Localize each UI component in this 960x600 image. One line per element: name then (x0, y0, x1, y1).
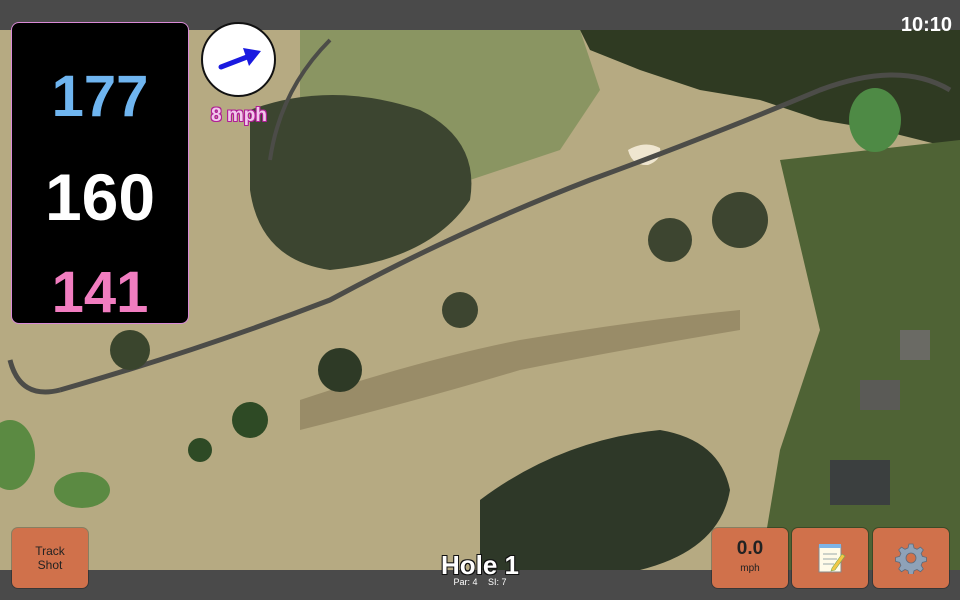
settings-button[interactable] (873, 528, 949, 588)
back-distance: 177 (51, 64, 149, 129)
wind-arrow-icon (218, 48, 261, 70)
front-distance: 141 (51, 260, 149, 325)
track-shot-label-line2: Shot (37, 558, 63, 572)
speed-button[interactable]: 0.0 mph (712, 528, 788, 588)
speed-unit: mph (740, 563, 760, 574)
wind-indicator (201, 22, 276, 97)
gear-icon (895, 543, 927, 574)
hole-stroke-index: SI: 7 (488, 577, 507, 587)
hole-par: Par: 4 (453, 577, 478, 587)
track-shot-button[interactable]: Track Shot (12, 528, 88, 588)
notes-button[interactable] (792, 528, 868, 588)
hole-info: Par: 4 SI: 7 (400, 577, 560, 587)
speed-value: 0.0 (736, 538, 764, 559)
notepad-icon (818, 544, 846, 573)
clock: 10:10 (900, 14, 952, 36)
track-shot-label-line1: Track (35, 544, 65, 558)
middle-distance: 160 (44, 160, 156, 234)
yardage-panel[interactable]: 177 160 141 (11, 22, 189, 325)
wind-speed: 8 mph (211, 105, 267, 126)
